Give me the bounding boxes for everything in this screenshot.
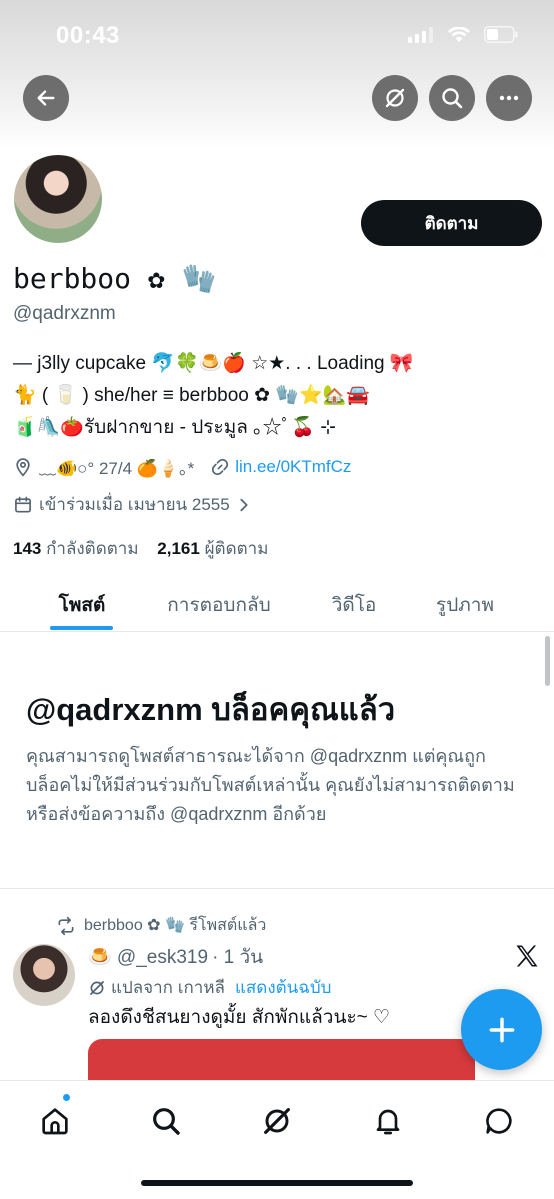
- post-text: ลองดึงชีสนยางดูมั้ย สักพักแล้วนะ~ ♡: [88, 1007, 391, 1028]
- follow-counts: 143 กำลังติดตาม 2,161 ผู้ติดตาม: [13, 535, 282, 562]
- search-button[interactable]: [429, 75, 475, 121]
- calendar-icon: [15, 496, 31, 512]
- translated-from: แปลจาก เกาหลี: [111, 978, 225, 997]
- divider: [0, 888, 554, 889]
- status-icons: [408, 26, 518, 43]
- tab-photos[interactable]: รูปภาพ: [420, 578, 510, 632]
- tab-posts[interactable]: โพสต์: [36, 578, 128, 632]
- show-original-link[interactable]: แสดงต้นฉบับ: [235, 974, 332, 1001]
- profile-bio: — j3lly cupcake 🐬🍀🍮🍎 ☆★. . . Loading 🎀 🐈…: [13, 348, 543, 444]
- bio-line: 🧃🛝🍅รับฝากขาย - ประมูล ｡☆ﾟ🍒 ⊹: [13, 417, 336, 438]
- nav-home[interactable]: [35, 1101, 75, 1141]
- wifi-icon: [448, 26, 470, 42]
- followers-link[interactable]: 2,161 ผู้ติดตาม: [157, 539, 268, 558]
- repost-indicator: berbboo ✿ 🧤 รีโพสต์แล้ว: [56, 913, 266, 938]
- chevron-right-icon: [240, 498, 248, 511]
- home-indicator: [141, 1180, 413, 1186]
- joined-row[interactable]: เข้าร่วมเมื่อ เมษายน 2555: [13, 491, 252, 518]
- x-logo-icon: [516, 945, 538, 967]
- website-link[interactable]: lin.ee/0KTmfCz: [235, 457, 351, 477]
- location-pin-icon: [16, 457, 30, 477]
- back-button[interactable]: [23, 75, 69, 121]
- tab-videos[interactable]: วิดีโอ: [312, 578, 396, 632]
- plus-icon: [489, 1017, 514, 1042]
- following-label: กำลังติดตาม: [46, 539, 139, 558]
- followers-count: 2,161: [157, 539, 200, 558]
- search-icon: [153, 1108, 180, 1135]
- nav-notifications[interactable]: [368, 1101, 408, 1141]
- followers-label: ผู้ติดตาม: [204, 539, 269, 558]
- grok-icon: [264, 1108, 290, 1134]
- link-icon: [212, 458, 229, 475]
- user-handle: @qadrxznm: [13, 303, 116, 324]
- notification-dot: [62, 1093, 71, 1102]
- nav-grok[interactable]: [257, 1101, 297, 1141]
- compose-post-button[interactable]: [461, 989, 542, 1070]
- scrollbar[interactable]: [545, 636, 550, 686]
- post-author[interactable]: 🍮 @_esk319: [88, 945, 208, 969]
- status-time: 00:43: [56, 22, 120, 49]
- grok-slash-icon: [385, 88, 405, 108]
- more-button[interactable]: [486, 75, 532, 121]
- home-icon: [42, 1108, 68, 1135]
- follow-button[interactable]: ติดตาม: [361, 200, 542, 246]
- nav-messages[interactable]: [479, 1101, 519, 1141]
- cellular-signal-icon: [408, 26, 433, 43]
- translation-row: แปลจาก เกาหลี แสดงต้นฉบับ: [88, 974, 331, 1001]
- display-name: berbboo ✿ 🧤: [13, 262, 217, 295]
- status-bar: 00:43: [0, 0, 554, 72]
- more-horizontal-icon: [499, 95, 519, 101]
- profile-avatar[interactable]: [10, 151, 106, 247]
- blocked-message: คุณสามารถดูโพสต์สาธารณะได้จาก @qadrxznm …: [26, 746, 515, 824]
- nav-search[interactable]: [146, 1101, 186, 1141]
- active-tab-indicator: [50, 626, 113, 630]
- grok-button[interactable]: [372, 75, 418, 121]
- bio-line: 🐈 ( 🥛 ) she/her ≡ berbboo ✿ 🧤⭐🏡🚘: [13, 385, 370, 406]
- bio-line: — j3lly cupcake 🐬🍀🍮🍎 ☆★. . . Loading 🎀: [13, 353, 414, 374]
- location-text: ﹏🐠○° 27/4 🍊🍦｡*: [39, 459, 195, 478]
- battery-icon: [484, 26, 518, 43]
- messages-icon: [486, 1108, 512, 1134]
- post-header: 🍮 @_esk319 · 1 วัน: [88, 942, 263, 972]
- profile-meta-row: ﹏🐠○° 27/4 🍊🍦｡* lin.ee/0KTmfCz: [13, 454, 351, 479]
- search-icon: [442, 88, 463, 109]
- grok-slash-icon: [90, 980, 104, 995]
- following-count: 143: [13, 539, 42, 558]
- profile-tabs: โพสต์ การตอบกลับ วิดีโอ รูปภาพ: [0, 578, 554, 632]
- arrow-left-icon: [37, 90, 55, 106]
- post-author-avatar[interactable]: [13, 944, 75, 1006]
- bell-icon: [376, 1109, 400, 1135]
- joined-date: เข้าร่วมเมื่อ เมษายน 2555: [39, 495, 230, 514]
- tab-replies[interactable]: การตอบกลับ: [150, 578, 288, 632]
- repost-text: berbboo ✿ 🧤 รีโพสต์แล้ว: [84, 917, 267, 934]
- repost-icon: [58, 916, 74, 935]
- following-link[interactable]: 143 กำลังติดตาม: [13, 539, 139, 558]
- post-time: · 1 วัน: [212, 947, 264, 968]
- blocked-title: @qadrxznm บล็อคคุณแล้ว: [26, 692, 396, 727]
